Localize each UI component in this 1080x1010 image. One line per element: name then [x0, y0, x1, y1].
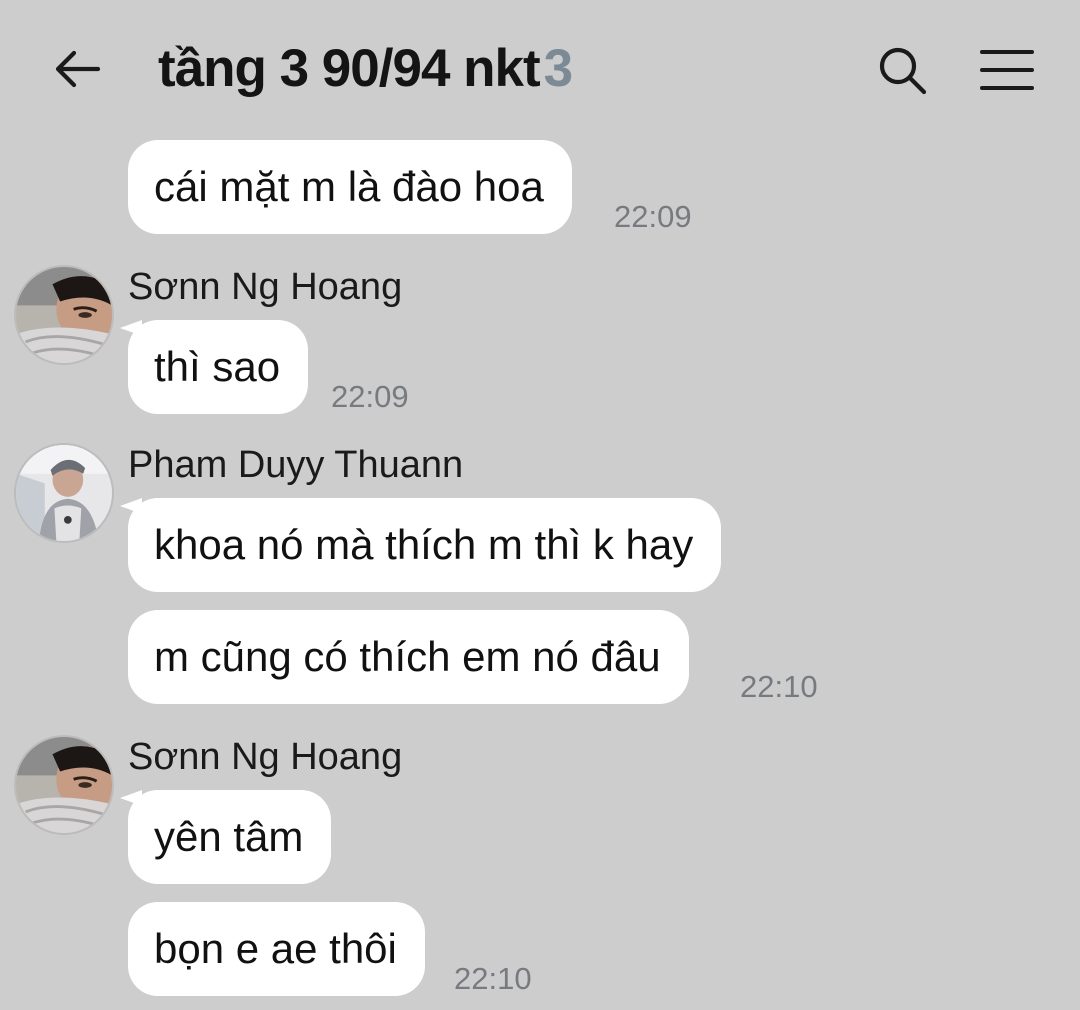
avatar[interactable]: [14, 443, 114, 543]
chat-header: tầng 3 90/94 nkt3: [0, 0, 1080, 136]
message-bubble[interactable]: cái mặt m là đào hoa: [128, 140, 572, 234]
message-text: cái mặt m là đào hoa: [154, 163, 544, 210]
message-time: 22:10: [454, 961, 532, 996]
avatar-photo-icon: [16, 737, 112, 833]
back-button[interactable]: [48, 40, 106, 98]
message-text: thì sao: [154, 343, 281, 390]
message-bubble[interactable]: thì sao: [128, 320, 309, 414]
message-time: 22:09: [331, 379, 409, 414]
sender-name: Sơnn Ng Hoang: [128, 266, 403, 308]
group-name: tầng 3 90/94 nkt: [158, 39, 541, 98]
message-bubble[interactable]: yên tâm: [128, 790, 332, 884]
sender-name: Sơnn Ng Hoang: [128, 736, 403, 778]
arrow-left-icon: [55, 50, 101, 88]
chat-screen: tầng 3 90/94 nkt3 cái mặt m là đào hoa 2…: [0, 0, 1080, 1010]
message-bubble[interactable]: khoa nó mà thích m thì k hay: [128, 498, 722, 592]
chat-title[interactable]: tầng 3 90/94 nkt3: [158, 36, 574, 102]
menu-button[interactable]: [974, 40, 1040, 100]
search-button[interactable]: [872, 40, 932, 100]
message-time: 22:09: [614, 199, 692, 234]
search-icon: [879, 47, 927, 95]
message-text: khoa nó mà thích m thì k hay: [154, 521, 694, 568]
avatar-photo-icon: [16, 445, 112, 541]
avatar[interactable]: [14, 265, 114, 365]
avatar[interactable]: [14, 735, 114, 835]
message-text: m cũng có thích em nó đâu: [154, 633, 661, 680]
message-text: yên tâm: [154, 813, 304, 860]
message-text: bọn e ae thôi: [154, 925, 397, 972]
member-count: 3: [543, 39, 574, 98]
menu-icon: [980, 50, 1034, 90]
message-bubble[interactable]: bọn e ae thôi: [128, 902, 425, 996]
sender-name: Pham Duyy Thuann: [128, 444, 464, 486]
message-bubble[interactable]: m cũng có thích em nó đâu: [128, 610, 689, 704]
message-time: 22:10: [740, 669, 818, 704]
avatar-photo-icon: [16, 267, 112, 363]
